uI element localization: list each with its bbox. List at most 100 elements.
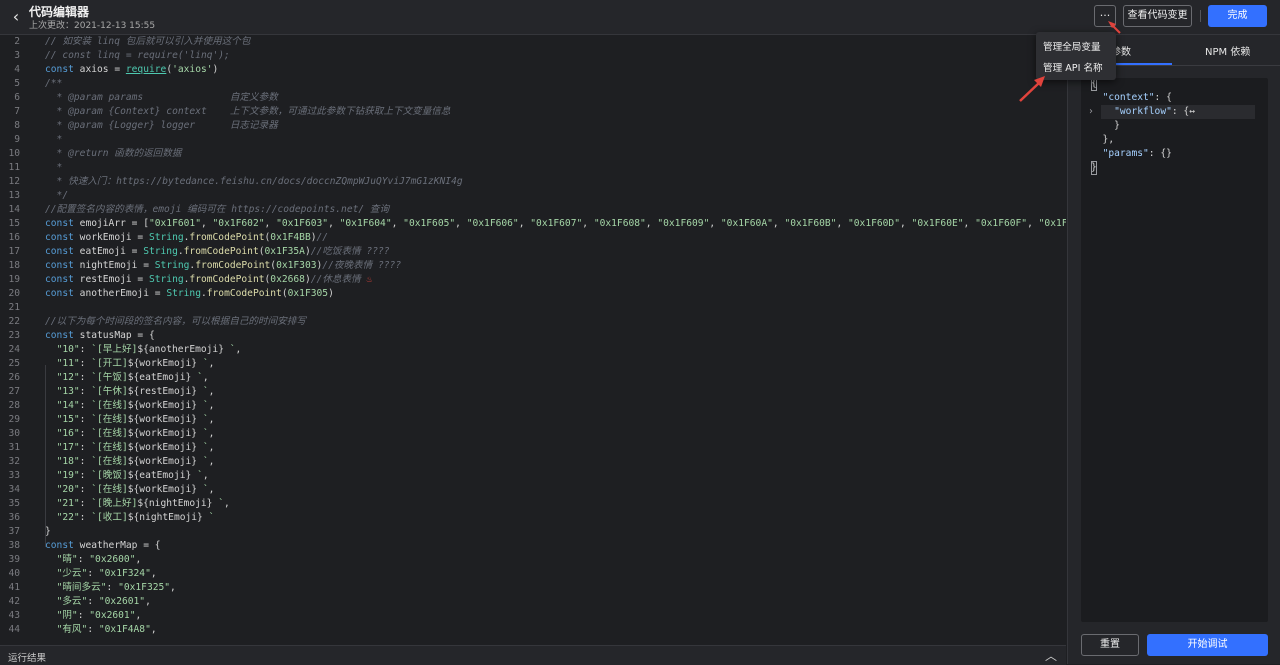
code-line[interactable]: 36 "22": `[收工]${nightEmoji} ` [0, 511, 1066, 525]
line-number: 35 [8, 498, 20, 509]
menu-item-manage-global-variables[interactable]: 管理全局变量 [1043, 39, 1101, 53]
code-line[interactable]: 18 const nightEmoji = String.fromCodePoin… [0, 259, 1066, 273]
line-number: 38 [8, 540, 20, 551]
line-number: 7 [14, 106, 20, 117]
code-line[interactable]: 34 "20": `[在线]${workEmoji} `, [0, 483, 1066, 497]
code-line[interactable]: 13 */ [0, 189, 1066, 203]
code-text: "21": `[晚上好]${nightEmoji} `, [56, 498, 230, 509]
code-line[interactable]: 14 //配置签名内容的表情，emoji 编码可在 https://codepoi… [0, 203, 1066, 217]
code-line[interactable]: 28 "14": `[在线]${workEmoji} `, [0, 399, 1066, 413]
code-line[interactable]: 3 // const linq = require('linq'); [0, 49, 1066, 63]
code-line[interactable]: 7 * @param {Context} context 上下文参数，可通过此参… [0, 105, 1066, 119]
run-results-bar[interactable]: 运行结果 ︿ [0, 645, 1066, 665]
menu-item-manage-api-names[interactable]: 管理 API 名称 [1043, 60, 1103, 74]
code-text: * @param {Context} context 上下文参数，可通过此参数下… [45, 106, 451, 117]
code-line[interactable]: 17 const eatEmoji = String.fromCodePoint(… [0, 245, 1066, 259]
code-text: "16": `[在线]${workEmoji} `, [56, 428, 215, 439]
code-text: "11": `[开工]${workEmoji} `, [56, 358, 215, 369]
json-line: } [1091, 161, 1097, 175]
more-options-button[interactable]: ··· [1094, 5, 1116, 27]
code-line[interactable]: 42 "多云": "0x2601", [0, 595, 1066, 609]
line-number: 37 [8, 526, 20, 537]
code-line[interactable]: 2 // 如安装 linq 包后就可以引入并使用这个包 [0, 35, 1066, 49]
code-line[interactable]: 44 "有风": "0x1F4A8", [0, 623, 1066, 637]
code-line[interactable]: 35 "21": `[晚上好]${nightEmoji} `, [0, 497, 1066, 511]
code-line[interactable]: 5 /** [0, 77, 1066, 91]
line-number: 12 [8, 176, 20, 187]
line-number: 26 [8, 372, 20, 383]
code-line[interactable]: 19 const restEmoji = String.fromCodePoint… [0, 273, 1066, 287]
code-line[interactable]: 26 "12": `[午饭]${eatEmoji} `, [0, 371, 1066, 385]
line-number: 6 [14, 92, 20, 103]
chevron-up-icon[interactable]: ︿ [1045, 647, 1057, 664]
json-line: } [1091, 120, 1120, 131]
code-text: "晴间多云": "0x1F325", [56, 582, 176, 593]
reset-button[interactable]: 重置 [1081, 634, 1139, 656]
code-line[interactable]: 24 "10": `[早上好]${anotherEmoji} `, [0, 343, 1066, 357]
code-line[interactable]: 39 "晴": "0x2600", [0, 553, 1066, 567]
code-text: const axios = require('axios') [45, 64, 219, 75]
code-line[interactable]: 8 * @param {Logger} logger 日志记录器 [0, 119, 1066, 133]
header-divider [1200, 10, 1201, 22]
tab-npm-dependencies[interactable]: NPM 依赖 [1205, 43, 1250, 58]
code-text: "12": `[午饭]${eatEmoji} `, [56, 372, 209, 383]
code-text: /** [45, 78, 63, 89]
done-button[interactable]: 完成 [1208, 5, 1267, 27]
code-line[interactable]: 15 const emojiArr = ["0x1F601", "0x1F602"… [0, 217, 1066, 231]
code-text: } [45, 526, 51, 537]
code-text: "少云": "0x1F324", [56, 568, 157, 579]
code-text: * 快速入门：https://bytedance.feishu.cn/docs/… [45, 176, 463, 187]
code-line[interactable]: 11 * [0, 161, 1066, 175]
code-line[interactable]: 25 "11": `[开工]${workEmoji} `, [0, 357, 1066, 371]
code-line[interactable]: 38 const weatherMap = { [0, 539, 1066, 553]
code-line[interactable]: 31 "17": `[在线]${workEmoji} `, [0, 441, 1066, 455]
code-text: "17": `[在线]${workEmoji} `, [56, 442, 215, 453]
code-line[interactable]: 4 const axios = require('axios') [0, 63, 1066, 77]
code-line[interactable]: 12 * 快速入门：https://bytedance.feishu.cn/do… [0, 175, 1066, 189]
code-line[interactable]: 41 "晴间多云": "0x1F325", [0, 581, 1066, 595]
start-debug-button[interactable]: 开始调试 [1147, 634, 1268, 656]
code-line[interactable]: 40 "少云": "0x1F324", [0, 567, 1066, 581]
code-line[interactable]: 22 //以下为每个时间段的签名内容，可以根据自己的时间安排写 [0, 315, 1066, 329]
code-text: const nightEmoji = String.fromCodePoint(… [45, 260, 402, 271]
code-text: "有风": "0x1F4A8", [56, 624, 157, 635]
line-number: 42 [8, 596, 20, 607]
code-line[interactable]: 6 * @param params 自定义参数 [0, 91, 1066, 105]
code-line[interactable]: 43 "阴": "0x2601", [0, 609, 1066, 623]
code-line[interactable]: 27 "13": `[午休]${restEmoji} `, [0, 385, 1066, 399]
json-line: "context": { [1102, 92, 1172, 103]
code-line[interactable]: 21 [0, 301, 1066, 315]
code-line[interactable]: 23 const statusMap = { [0, 329, 1066, 343]
line-number: 30 [8, 428, 20, 439]
code-line[interactable]: 10 * @return 函数的返回数据 [0, 147, 1066, 161]
line-number: 8 [14, 120, 20, 131]
line-number: 21 [8, 302, 20, 313]
code-text: const weatherMap = { [45, 540, 161, 551]
code-line[interactable]: 37} [0, 525, 1066, 539]
code-line[interactable]: 32 "18": `[在线]${workEmoji} `, [0, 455, 1066, 469]
code-editor[interactable]: 2 // 如安装 linq 包后就可以引入并使用这个包 3 // const linq… [0, 35, 1066, 645]
code-line[interactable]: 33 "19": `[晚饭]${eatEmoji} `, [0, 469, 1066, 483]
line-number: 36 [8, 512, 20, 523]
code-line[interactable]: 20 const anotherEmoji = String.fromCodePo… [0, 287, 1066, 301]
code-line[interactable]: 16 const workEmoji = String.fromCodePoint… [0, 231, 1066, 245]
line-number: 23 [8, 330, 20, 341]
back-arrow-icon[interactable]: ‹ [8, 7, 24, 27]
line-number: 15 [8, 218, 20, 229]
more-options-dropdown: 管理全局变量 管理 API 名称 [1036, 32, 1116, 80]
code-text: "19": `[晚饭]${eatEmoji} `, [56, 470, 209, 481]
top-header: ‹ 代码编辑器 上次更改：2021-12-13 15:55 ··· 查看代码变更… [0, 0, 1280, 35]
params-json-editor[interactable]: › { "context": { "workflow": {↔ } }, "pa… [1081, 77, 1268, 622]
code-line[interactable]: 30 "16": `[在线]${workEmoji} `, [0, 427, 1066, 441]
line-number: 32 [8, 456, 20, 467]
code-text: */ [45, 190, 69, 201]
code-line[interactable]: 29 "15": `[在线]${workEmoji} `, [0, 413, 1066, 427]
code-text: "22": `[收工]${nightEmoji} ` [56, 512, 215, 523]
code-text: "晴": "0x2600", [56, 554, 142, 565]
line-number: 29 [8, 414, 20, 425]
line-number: 10 [8, 148, 20, 159]
code-text: const emojiArr = ["0x1F601", "0x1F602", … [45, 218, 1066, 229]
code-line[interactable]: 9 * [0, 133, 1066, 147]
view-code-changes-button[interactable]: 查看代码变更 [1123, 5, 1192, 27]
code-text: * [45, 162, 63, 173]
